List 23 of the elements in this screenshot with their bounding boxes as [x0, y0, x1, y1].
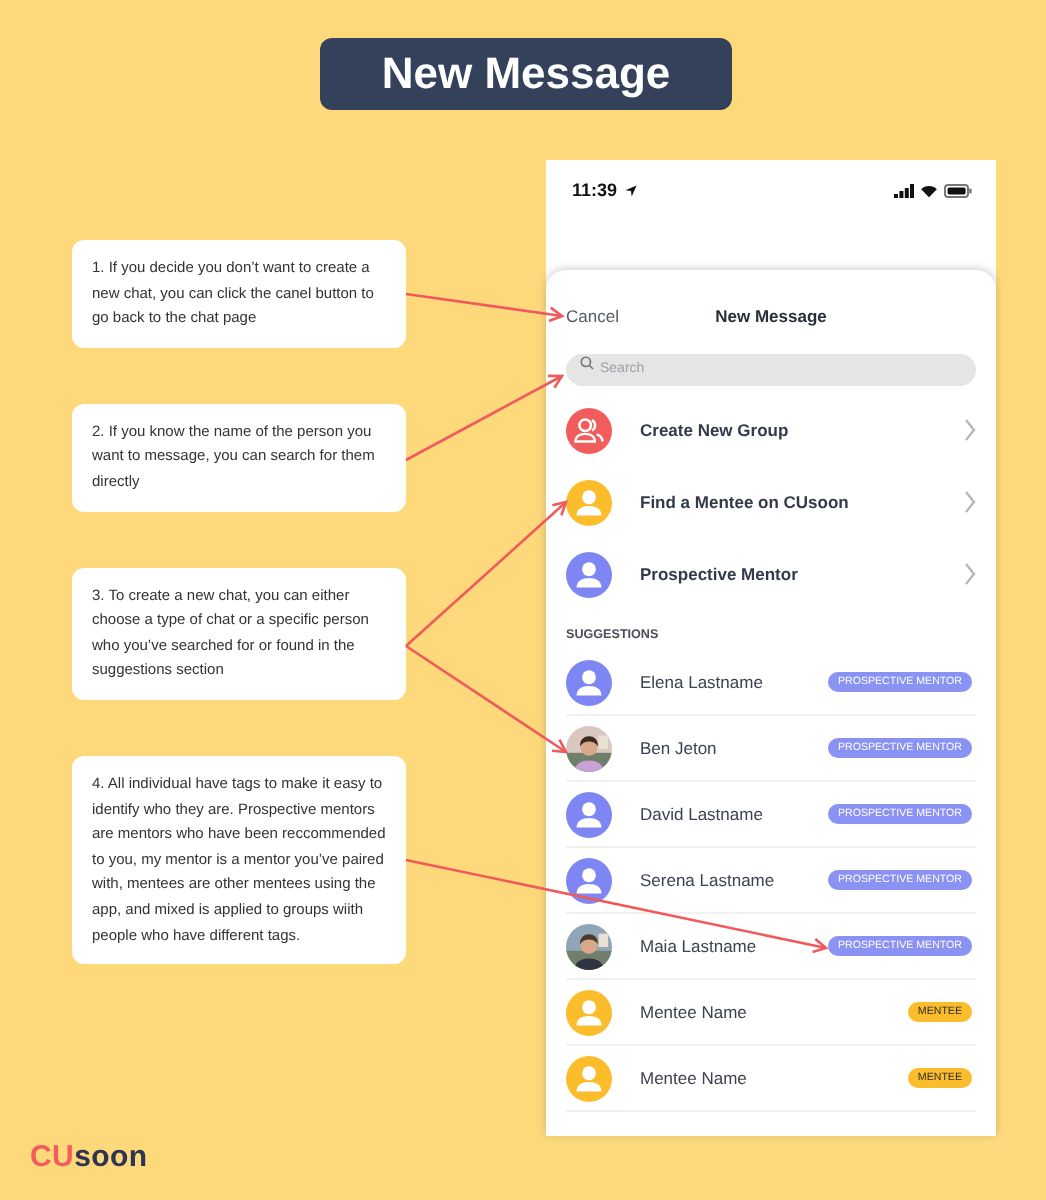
- status-time: 11:39: [572, 180, 618, 200]
- signal-icon: [894, 183, 914, 197]
- wifi-icon: [920, 183, 938, 197]
- contact-name[interactable]: Ben Jeton: [640, 738, 800, 758]
- chevron-icon: [964, 418, 976, 442]
- sheet-title: New Message: [715, 306, 827, 326]
- contact-name[interactable]: David Lastname: [640, 804, 800, 824]
- location-icon: [623, 183, 638, 197]
- contact-name[interactable]: Serena Lastname: [640, 870, 800, 890]
- option-label[interactable]: Prospective Mentor: [640, 564, 936, 584]
- contact-name[interactable]: Mentee Name: [640, 1068, 880, 1088]
- contact-name[interactable]: Mentee Name: [640, 1002, 880, 1022]
- battery-icon: [944, 183, 972, 197]
- chevron-icon: [964, 562, 976, 586]
- search-icon: [580, 355, 594, 369]
- logo: CUsoon: [30, 1140, 148, 1174]
- cancel-button[interactable]: Cancel: [566, 306, 619, 326]
- contact-name[interactable]: Elena Lastname: [640, 672, 800, 692]
- option-label[interactable]: Find a Mentee on CUsoon: [640, 492, 936, 512]
- page-title: New Message: [320, 38, 732, 110]
- chevron-icon: [964, 490, 976, 514]
- contact-name[interactable]: Maia Lastname: [640, 936, 800, 956]
- option-label[interactable]: Create New Group: [640, 420, 936, 440]
